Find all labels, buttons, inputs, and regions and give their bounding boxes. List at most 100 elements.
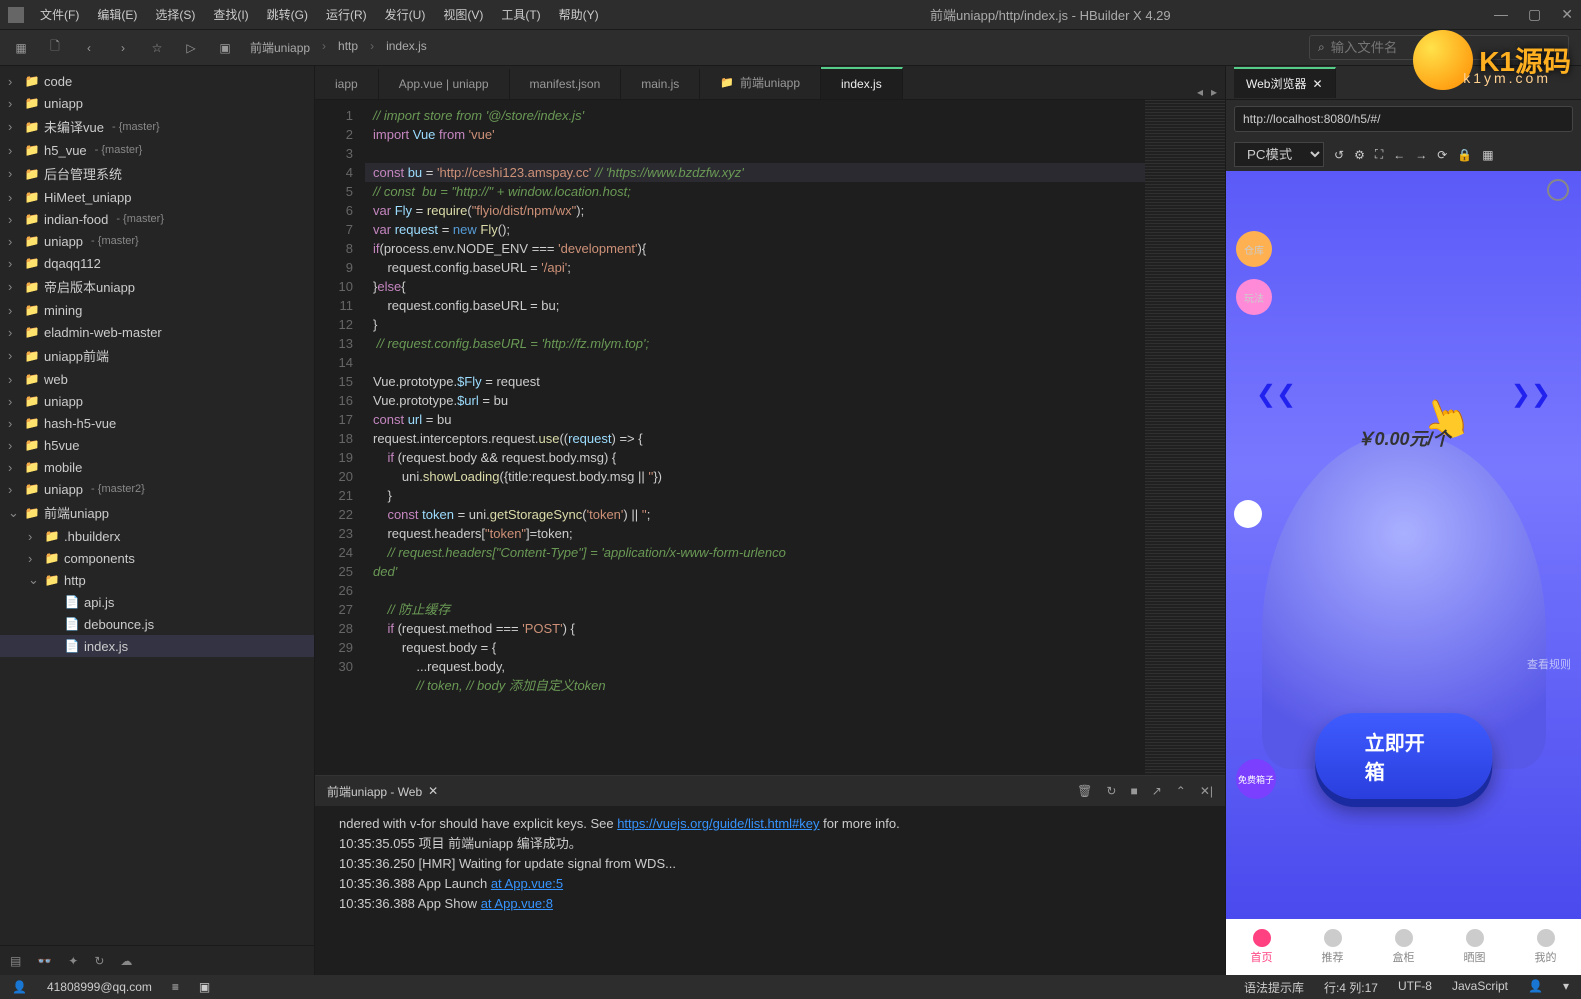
collapse-icon[interactable]: ⌃ (1176, 784, 1186, 798)
tree-item[interactable]: ›📁uniapp- {master} (0, 230, 314, 252)
menu-item[interactable]: 编辑(E) (89, 2, 145, 27)
target-icon[interactable] (1547, 179, 1569, 201)
fullscreen-icon[interactable]: ⛶ (1375, 147, 1383, 162)
console-link[interactable]: https://vuejs.org/guide/list.html#key (617, 816, 819, 831)
folder-icon[interactable]: ▣ (216, 39, 234, 57)
tree-item[interactable]: ›📁components (0, 547, 314, 569)
run-icon[interactable]: ▷ (182, 39, 200, 57)
close-icon[interactable]: ✕ (1312, 77, 1322, 91)
tree-item[interactable]: ›📁帝启版本uniapp (0, 274, 314, 299)
stop-icon[interactable]: ■ (1130, 784, 1137, 798)
tree-item[interactable]: ›📁uniapp (0, 390, 314, 412)
console-link[interactable]: at App.vue:5 (491, 876, 563, 891)
menu-item[interactable]: 发行(U) (377, 2, 434, 27)
breadcrumb-item[interactable]: 前端uniapp (250, 39, 310, 56)
warehouse-icon[interactable]: 仓库 (1236, 231, 1272, 267)
restart-icon[interactable]: ↻ (1106, 784, 1116, 798)
close-tab-icon[interactable]: ✕ (428, 784, 438, 798)
tree-item[interactable]: ›📁uniapp前端 (0, 343, 314, 368)
url-input[interactable] (1234, 106, 1573, 132)
cloud-icon[interactable]: ☁ (120, 954, 132, 968)
arrow-left-icon[interactable]: ❮❮ (1256, 380, 1296, 409)
tree-item[interactable]: ⌄📁前端uniapp (0, 500, 314, 525)
close-icon[interactable]: ✕ (1561, 6, 1573, 23)
nav-item[interactable]: 我的 (1535, 929, 1557, 965)
tree-item[interactable]: ›📁h5vue (0, 434, 314, 456)
star-icon[interactable]: ☆ (148, 39, 166, 57)
tree-item[interactable]: ›📁uniapp (0, 92, 314, 114)
editor-tab[interactable]: manifest.json (510, 69, 622, 99)
status-user[interactable]: 41808999@qq.com (47, 980, 152, 994)
status-lang[interactable]: JavaScript (1452, 979, 1508, 996)
tree-item[interactable]: ⌄📁http (0, 569, 314, 591)
kill-icon[interactable]: ✕| (1200, 784, 1213, 798)
menu-item[interactable]: 选择(S) (147, 2, 203, 27)
tree-item[interactable]: ›📁hash-h5-vue (0, 412, 314, 434)
minimap[interactable] (1145, 100, 1225, 775)
tree-item[interactable]: ›📁web (0, 368, 314, 390)
menu-item[interactable]: 帮助(Y) (551, 2, 607, 27)
status-bell-icon[interactable]: ▾ (1563, 979, 1569, 996)
menu-item[interactable]: 查找(I) (205, 2, 256, 27)
minimize-icon[interactable]: — (1494, 6, 1508, 23)
nav-item[interactable]: 盒柜 (1393, 929, 1415, 965)
lock-icon[interactable]: 🔒 (1457, 148, 1472, 162)
tree-item[interactable]: ›📁dqaqq112 (0, 252, 314, 274)
editor-tab[interactable]: 📁前端uniapp (700, 66, 821, 99)
rotate-icon[interactable]: ↺ (1334, 148, 1344, 162)
tree-item[interactable]: ›📁mining (0, 299, 314, 321)
tree-item[interactable]: ›📁mobile (0, 456, 314, 478)
editor-tab[interactable]: main.js (621, 69, 700, 99)
menu-item[interactable]: 运行(R) (318, 2, 375, 27)
settings-icon[interactable]: ⚙ (1354, 148, 1365, 162)
menu-item[interactable]: 跳转(G) (259, 2, 316, 27)
tab-prev-icon[interactable]: ◂ (1197, 85, 1203, 99)
tree-item[interactable]: ›📁HiMeet_uniapp (0, 186, 314, 208)
back-icon[interactable]: ‹ (80, 39, 98, 57)
nav-forward-icon[interactable]: → (1415, 148, 1427, 162)
nav-item[interactable]: 晒图 (1464, 929, 1486, 965)
tree-item[interactable]: ›📁eladmin-web-master (0, 321, 314, 343)
breadcrumb-item[interactable]: http (338, 39, 358, 56)
console-tab[interactable]: 前端uniapp - Web ✕ (327, 783, 438, 800)
reload-icon[interactable]: ⟳ (1437, 148, 1447, 162)
status-syntax[interactable]: 语法提示库 (1244, 979, 1304, 996)
menu-item[interactable]: 视图(V) (435, 2, 491, 27)
nav-item[interactable]: 首页 (1251, 929, 1273, 965)
breadcrumb-item[interactable]: index.js (386, 39, 427, 56)
tree-item[interactable]: ›📁code (0, 70, 314, 92)
tree-item[interactable]: 📄debounce.js (0, 613, 314, 635)
console-link[interactable]: at App.vue:8 (481, 896, 553, 911)
editor-tab[interactable]: iapp (315, 69, 379, 99)
tree-item[interactable]: ›📁未编译vue- {master} (0, 114, 314, 139)
glasses-icon[interactable]: 👓 (37, 954, 52, 968)
play-icon[interactable]: 玩法 (1236, 279, 1272, 315)
maximize-icon[interactable]: ▢ (1528, 6, 1541, 23)
tree-item[interactable]: 📄api.js (0, 591, 314, 613)
popout-icon[interactable]: ↗ (1152, 784, 1162, 798)
new-file-icon[interactable]: ▦ (12, 39, 30, 57)
editor-tab[interactable]: index.js (821, 67, 903, 99)
console-output[interactable]: ndered with v-for should have explicit k… (315, 806, 1225, 975)
code-editor[interactable]: // import store from '@/store/index.js'i… (365, 100, 1145, 775)
menu-item[interactable]: 文件(F) (32, 2, 87, 27)
qr-icon[interactable]: ▦ (1482, 148, 1493, 162)
rules-link[interactable]: 查看规则 (1527, 656, 1571, 672)
avatar-icon[interactable] (1234, 500, 1262, 528)
nav-back-icon[interactable]: ← (1393, 148, 1405, 162)
mode-select[interactable]: PC模式 (1234, 142, 1324, 167)
tab-web-browser[interactable]: Web浏览器 ✕ (1234, 67, 1336, 98)
phone-preview[interactable]: 仓库 玩法 ❮❮ ❯❯ 👆 ￥0.00元/个 查看规则 免费箱子 立即开箱 (1226, 171, 1581, 919)
tree-item[interactable]: ›📁h5_vue- {master} (0, 139, 314, 161)
arrow-right-icon[interactable]: ❯❯ (1511, 380, 1551, 409)
terminal-icon[interactable]: ▤ (10, 954, 21, 968)
tree-item[interactable]: ›📁indian-food- {master} (0, 208, 314, 230)
trash-icon[interactable]: 🗑 (1077, 784, 1092, 798)
tree-item[interactable]: 📄index.js (0, 635, 314, 657)
status-person-icon[interactable]: 👤 (1528, 979, 1543, 996)
free-box-button[interactable]: 免费箱子 (1236, 759, 1276, 799)
tree-item[interactable]: ›📁uniapp- {master2} (0, 478, 314, 500)
tree-item[interactable]: ›📁后台管理系统 (0, 161, 314, 186)
sparkle-icon[interactable]: ✦ (68, 954, 78, 968)
sync-icon[interactable]: ↻ (94, 954, 104, 968)
